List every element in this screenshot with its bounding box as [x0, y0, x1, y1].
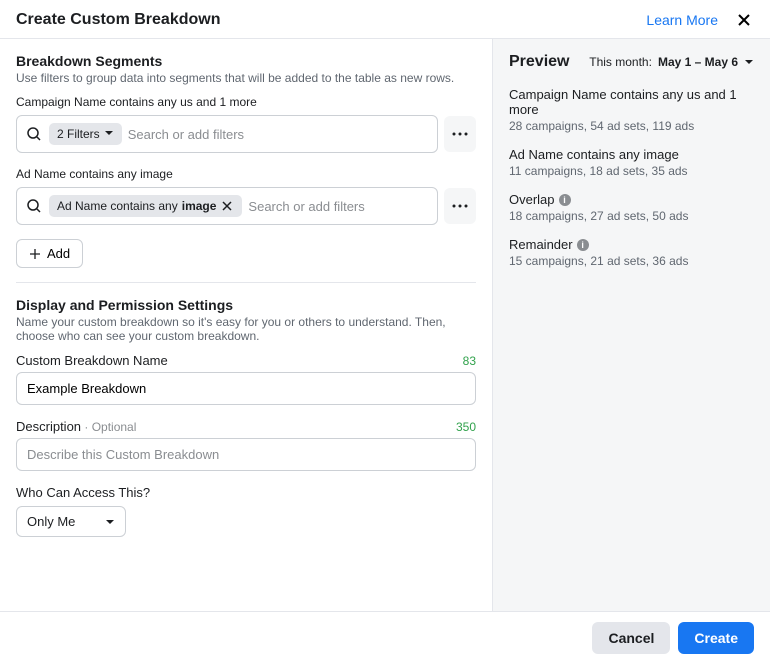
date-range-picker[interactable]: This month: May 1 – May 6 — [589, 55, 754, 69]
segment-more-button[interactable] — [444, 116, 476, 152]
preview-item-stats: 15 campaigns, 21 ad sets, 36 ads — [509, 254, 754, 268]
filter-chip[interactable]: Ad Name contains any image — [49, 195, 242, 217]
plus-icon — [29, 248, 41, 260]
preview-item-name: Remainder i — [509, 237, 754, 252]
preview-panel: Preview This month: May 1 – May 6 Campai… — [492, 39, 770, 611]
preview-title: Preview — [509, 53, 569, 71]
custom-breakdown-dialog: Create Custom Breakdown Learn More Break… — [0, 0, 770, 664]
display-title: Display and Permission Settings — [16, 297, 476, 313]
segment-row: 2 Filters — [16, 115, 476, 153]
breakdown-name-input[interactable] — [16, 372, 476, 405]
info-icon[interactable]: i — [577, 239, 589, 251]
desc-label: Description — [16, 419, 81, 434]
segment-label: Ad Name contains any image — [16, 167, 476, 181]
segments-subtitle: Use filters to group data into segments … — [16, 71, 476, 85]
segment-more-button[interactable] — [444, 188, 476, 224]
preview-item-stats: 11 campaigns, 18 ad sets, 35 ads — [509, 164, 754, 178]
access-select[interactable]: Only Me — [16, 506, 126, 537]
chip-label-bold: image — [182, 199, 217, 213]
more-icon — [452, 204, 468, 208]
preview-item-name: Ad Name contains any image — [509, 147, 754, 162]
date-label: This month: — [589, 55, 652, 69]
add-label: Add — [47, 246, 70, 261]
chevron-down-icon — [104, 127, 114, 141]
add-segment-button[interactable]: Add — [16, 239, 83, 268]
name-counter: 83 — [463, 354, 476, 368]
preview-item: Overlap i 18 campaigns, 27 ad sets, 50 a… — [509, 192, 754, 223]
search-icon — [25, 197, 43, 215]
preview-item: Campaign Name contains any us and 1 more… — [509, 87, 754, 133]
access-value: Only Me — [27, 514, 75, 529]
desc-optional: · Optional — [81, 420, 136, 434]
name-field-row: Custom Breakdown Name 83 — [16, 353, 476, 368]
display-subtitle: Name your custom breakdown so it's easy … — [16, 315, 476, 343]
close-icon — [736, 12, 752, 28]
segment-row: Ad Name contains any image — [16, 187, 476, 225]
chevron-down-icon — [744, 57, 754, 67]
filter-box[interactable]: Ad Name contains any image — [16, 187, 438, 225]
info-icon[interactable]: i — [559, 194, 571, 206]
preview-item-name: Campaign Name contains any us and 1 more — [509, 87, 754, 117]
filter-chip[interactable]: 2 Filters — [49, 123, 122, 145]
dialog-header: Create Custom Breakdown Learn More — [0, 0, 770, 39]
preview-item-name-text: Remainder — [509, 237, 573, 252]
preview-item: Remainder i 15 campaigns, 21 ad sets, 36… — [509, 237, 754, 268]
segments-title: Breakdown Segments — [16, 53, 476, 69]
filter-box[interactable]: 2 Filters — [16, 115, 438, 153]
learn-more-link[interactable]: Learn More — [646, 12, 718, 28]
preview-item-name-text: Overlap — [509, 192, 555, 207]
preview-item-name: Overlap i — [509, 192, 754, 207]
chevron-down-icon — [105, 517, 115, 527]
chip-label: 2 Filters — [57, 127, 100, 141]
preview-header: Preview This month: May 1 – May 6 — [509, 53, 754, 71]
more-icon — [452, 132, 468, 136]
create-button[interactable]: Create — [678, 622, 754, 654]
preview-item-stats: 18 campaigns, 27 ad sets, 50 ads — [509, 209, 754, 223]
segment-label: Campaign Name contains any us and 1 more — [16, 95, 476, 109]
access-label: Who Can Access This? — [16, 485, 476, 500]
dialog-title: Create Custom Breakdown — [16, 11, 221, 29]
close-icon — [221, 200, 233, 212]
header-actions: Learn More — [646, 10, 754, 30]
chip-remove-button[interactable] — [220, 199, 234, 213]
preview-item-stats: 28 campaigns, 54 ad sets, 119 ads — [509, 119, 754, 133]
close-button[interactable] — [734, 10, 754, 30]
left-panel: Breakdown Segments Use filters to group … — [0, 39, 492, 611]
filter-search-input[interactable] — [128, 127, 429, 142]
breakdown-desc-input[interactable] — [16, 438, 476, 471]
cancel-button[interactable]: Cancel — [592, 622, 670, 654]
chip-label-prefix: Ad Name contains any — [57, 199, 178, 213]
desc-counter: 350 — [456, 420, 476, 434]
filter-search-input[interactable] — [248, 199, 429, 214]
desc-label-wrap: Description · Optional — [16, 419, 136, 434]
date-range-value: May 1 – May 6 — [658, 55, 738, 69]
section-divider — [16, 282, 476, 283]
preview-item: Ad Name contains any image 11 campaigns,… — [509, 147, 754, 178]
dialog-footer: Cancel Create — [0, 611, 770, 664]
name-label: Custom Breakdown Name — [16, 353, 168, 368]
search-icon — [25, 125, 43, 143]
desc-field-row: Description · Optional 350 — [16, 419, 476, 434]
dialog-body: Breakdown Segments Use filters to group … — [0, 39, 770, 611]
